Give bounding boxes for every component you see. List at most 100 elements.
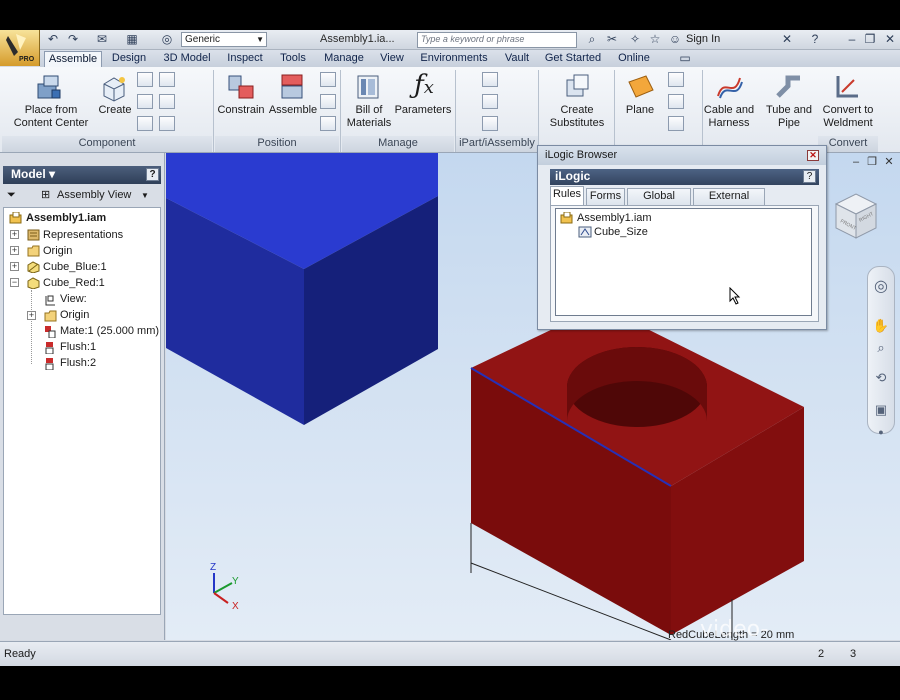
- bill-of-materials-button[interactable]: Bill of Materials: [344, 104, 394, 130]
- sketch-icon[interactable]: ✉: [95, 33, 109, 46]
- minimize-icon[interactable]: –: [849, 157, 863, 169]
- tab-external-rules[interactable]: External Rules: [693, 188, 765, 217]
- free-move-icon[interactable]: [320, 72, 336, 87]
- group-component[interactable]: Component: [2, 136, 212, 152]
- work-axis-icon[interactable]: [668, 72, 684, 87]
- tab-assemble[interactable]: Assemble: [44, 51, 102, 67]
- restore-icon[interactable]: ❐: [863, 33, 877, 46]
- redo-icon[interactable]: ↷: [66, 33, 80, 46]
- tree-node-view[interactable]: View:: [60, 292, 87, 306]
- viewcube[interactable]: FRONT RIGHT: [830, 190, 882, 246]
- ucs-icon[interactable]: [668, 116, 684, 131]
- tools-icon[interactable]: ✂: [605, 33, 619, 46]
- help-icon[interactable]: ?: [808, 33, 822, 46]
- place-content-center-button[interactable]: Place from Content Center: [8, 104, 94, 130]
- tree-node-root[interactable]: Assembly1.iam: [26, 211, 106, 225]
- application-menu-button[interactable]: PRO: [0, 30, 40, 66]
- close-x-icon[interactable]: ✕: [780, 33, 794, 46]
- table-icon[interactable]: [482, 116, 498, 131]
- view-combo[interactable]: Assembly View: [57, 186, 131, 205]
- expand-icon[interactable]: +: [27, 311, 36, 320]
- tab-tools[interactable]: Tools: [274, 51, 312, 67]
- zoom-icon[interactable]: ⌕: [872, 340, 890, 356]
- navbar-options-icon[interactable]: ●: [872, 424, 890, 440]
- tab-forms[interactable]: Forms: [586, 188, 625, 205]
- chevron-down-icon[interactable]: ▼: [141, 186, 149, 205]
- undo-icon[interactable]: ↶: [46, 33, 60, 46]
- create-substitutes-button[interactable]: Create Substitutes: [546, 104, 608, 130]
- constrain-button[interactable]: Constrain: [216, 104, 266, 117]
- rule-cube-size[interactable]: Cube_Size: [594, 225, 648, 239]
- bom-small-icon[interactable]: [159, 116, 175, 131]
- tree-node-flush1[interactable]: Flush:1: [60, 340, 96, 354]
- restore-icon[interactable]: ❐: [865, 157, 879, 169]
- panel-toggle-icon[interactable]: ▭: [678, 52, 692, 65]
- tree-node-flush2[interactable]: Flush:2: [60, 356, 96, 370]
- close-icon[interactable]: ✕: [882, 157, 896, 169]
- group-manage[interactable]: Manage: [342, 136, 454, 152]
- expand-icon[interactable]: +: [10, 262, 19, 271]
- material-icon[interactable]: ◎: [160, 33, 174, 46]
- tab-environments[interactable]: Environments: [416, 51, 492, 67]
- orbit-icon[interactable]: ⟲: [872, 370, 890, 386]
- look-at-icon[interactable]: ▣: [872, 402, 890, 418]
- tree-node-cube-red[interactable]: Cube_Red:1: [43, 276, 105, 290]
- tab-3d-model[interactable]: 3D Model: [158, 51, 216, 67]
- free-rotate-icon[interactable]: [320, 94, 336, 109]
- tree-node-origin-sub[interactable]: Origin: [60, 308, 89, 322]
- tab-inspect[interactable]: Inspect: [222, 51, 268, 67]
- help-icon[interactable]: ?: [803, 170, 816, 183]
- tree-node-cube-blue[interactable]: Cube_Blue:1: [43, 260, 107, 274]
- pan-hand-icon[interactable]: ✋: [872, 318, 890, 334]
- tab-vault[interactable]: Vault: [500, 51, 534, 67]
- help-icon[interactable]: ?: [146, 168, 159, 181]
- tab-rules[interactable]: Rules: [550, 186, 584, 206]
- tab-design[interactable]: Design: [108, 51, 150, 67]
- cable-harness-button[interactable]: Cable and Harness: [702, 104, 756, 130]
- grid-icon[interactable]: [137, 116, 153, 131]
- search-input[interactable]: Type a keyword or phrase: [417, 32, 577, 48]
- tube-pipe-button[interactable]: Tube and Pipe: [760, 104, 818, 130]
- shrinkwrap-icon[interactable]: [159, 94, 175, 109]
- parameters-button[interactable]: Parameters: [394, 104, 452, 117]
- assemble-button[interactable]: Assemble: [266, 104, 320, 117]
- tab-manage[interactable]: Manage: [318, 51, 370, 67]
- subscription-icon[interactable]: ✧: [628, 33, 642, 46]
- steering-wheel-icon[interactable]: ◎: [872, 279, 890, 295]
- pattern-icon[interactable]: [137, 72, 153, 87]
- sign-in-link[interactable]: Sign In: [686, 33, 720, 45]
- copy-icon[interactable]: [159, 72, 175, 87]
- minimize-icon[interactable]: –: [845, 33, 859, 46]
- tree-node-origin[interactable]: Origin: [43, 244, 72, 258]
- create-component-button[interactable]: Create: [96, 104, 134, 117]
- tab-get-started[interactable]: Get Started: [542, 51, 604, 67]
- work-point-icon[interactable]: [668, 94, 684, 109]
- expand-icon[interactable]: +: [10, 246, 19, 255]
- collapse-icon[interactable]: −: [10, 278, 19, 287]
- tree-node-mate[interactable]: Mate:1 (25.000 mm): [60, 324, 159, 338]
- convert-to-weldment-button[interactable]: Convert to Weldment: [818, 104, 878, 130]
- favorite-star-icon[interactable]: ☆: [648, 33, 662, 46]
- group-convert[interactable]: Convert: [818, 136, 878, 152]
- rules-tree-root[interactable]: Assembly1.iam: [577, 211, 652, 225]
- appearance-combo[interactable]: Generic ▼: [181, 32, 267, 47]
- iassembly-icon[interactable]: [482, 94, 498, 109]
- plane-button[interactable]: Plane: [618, 104, 662, 117]
- tab-online[interactable]: Online: [612, 51, 656, 67]
- group-position[interactable]: Position: [215, 136, 339, 152]
- tree-node-representations[interactable]: Representations: [43, 228, 123, 242]
- model-browser-header[interactable]: Model ▾ ?: [3, 166, 161, 184]
- group-ipart[interactable]: iPart/iAssembly: [456, 136, 538, 152]
- close-icon[interactable]: ✕: [883, 33, 897, 46]
- ilogic-window-title[interactable]: iLogic Browser: [538, 146, 826, 165]
- binoculars-icon[interactable]: ⌕: [585, 33, 599, 46]
- tab-global-forms[interactable]: Global Forms: [627, 188, 691, 217]
- mirror-icon[interactable]: [137, 94, 153, 109]
- rules-tree[interactable]: Assembly1.iam Cube_Size: [555, 208, 812, 316]
- grip-snap-icon[interactable]: [320, 116, 336, 131]
- filter-icon[interactable]: ⏷: [7, 186, 16, 205]
- update-icon[interactable]: ▦: [125, 33, 139, 46]
- user-icon[interactable]: ☺: [668, 33, 682, 46]
- close-icon[interactable]: ✕: [807, 150, 819, 161]
- expand-icon[interactable]: +: [10, 230, 19, 239]
